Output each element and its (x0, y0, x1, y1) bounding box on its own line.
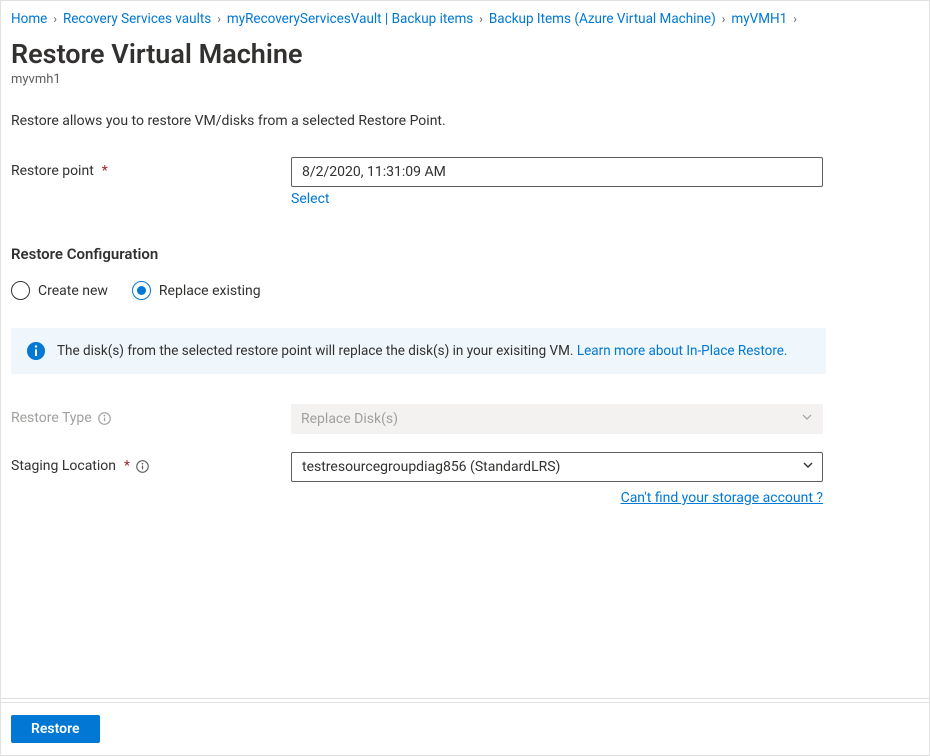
radio-replace-existing-label: Replace existing (159, 283, 261, 299)
info-tooltip-icon[interactable] (98, 412, 111, 425)
select-restore-point-link[interactable]: Select (291, 191, 329, 207)
info-text: The disk(s) from the selected restore po… (57, 343, 788, 359)
required-indicator: * (124, 458, 130, 474)
chevron-right-icon: › (479, 12, 483, 26)
restore-type-select: Replace Disk(s) (291, 404, 823, 434)
restore-point-input[interactable] (291, 157, 823, 187)
chevron-down-icon (801, 411, 813, 427)
page-subtitle: myvmh1 (11, 72, 919, 87)
required-indicator: * (102, 163, 108, 179)
restore-config-radio-group: Create new Replace existing (11, 281, 919, 300)
info-tooltip-icon[interactable] (136, 460, 149, 473)
restore-configuration-heading: Restore Configuration (11, 245, 919, 263)
breadcrumb-vaults[interactable]: Recovery Services vaults (63, 11, 211, 27)
chevron-down-icon (802, 459, 814, 475)
staging-location-row: Staging Location* testresourcegroupdiag8… (11, 452, 919, 506)
breadcrumb-home[interactable]: Home (11, 11, 47, 27)
info-box: The disk(s) from the selected restore po… (11, 328, 826, 374)
breadcrumb-backup-items-azure-vm[interactable]: Backup Items (Azure Virtual Machine) (489, 11, 716, 27)
cant-find-storage-link[interactable]: Can't find your storage account ? (621, 490, 823, 506)
chevron-right-icon: › (217, 12, 221, 26)
restore-type-row: Restore Type Replace Disk(s) (11, 404, 919, 434)
page-title: Restore Virtual Machine (11, 38, 919, 70)
chevron-right-icon: › (722, 12, 726, 26)
info-icon (27, 342, 45, 360)
radio-circle-icon (132, 281, 151, 300)
chevron-right-icon: › (793, 12, 797, 26)
staging-location-label: Staging Location* (11, 452, 291, 474)
restore-button[interactable]: Restore (11, 715, 100, 743)
breadcrumb: Home › Recovery Services vaults › myReco… (1, 1, 929, 33)
radio-create-new-label: Create new (38, 283, 108, 299)
radio-circle-icon (11, 281, 30, 300)
restore-point-row: Restore point* Select (11, 157, 919, 207)
breadcrumb-backup-items[interactable]: myRecoveryServicesVault | Backup items (227, 11, 473, 27)
footer: Restore (1, 702, 929, 755)
radio-create-new[interactable]: Create new (11, 281, 108, 300)
breadcrumb-myvmh1[interactable]: myVMH1 (731, 11, 787, 27)
staging-location-select[interactable]: testresourcegroupdiag856 (StandardLRS) (291, 452, 823, 482)
chevron-right-icon: › (53, 12, 57, 26)
page-description: Restore allows you to restore VM/disks f… (11, 113, 919, 129)
learn-more-link[interactable]: Learn more about In-Place Restore. (577, 343, 788, 359)
restore-type-label: Restore Type (11, 404, 291, 426)
restore-point-label: Restore point* (11, 157, 291, 179)
radio-replace-existing[interactable]: Replace existing (132, 281, 261, 300)
